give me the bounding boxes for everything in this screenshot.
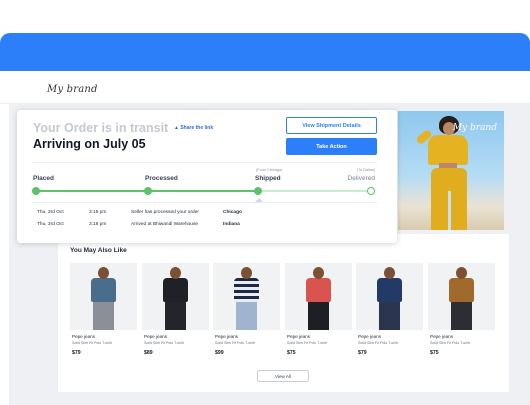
product-brand: Pepe jeans [358,334,381,339]
stage-label-shipped: Shipped [255,175,281,182]
product-image[interactable] [70,263,137,330]
product-description: Solid Slim Fit Polo T-shirt [72,341,113,345]
view-shipment-details-button[interactable]: View Shipment Details [286,117,377,134]
tracking-events: Thu, 3rd Oct 3:15 pm Seller has processed … [32,202,377,233]
event-message: Arrived at Bhiwandi Warehouse [131,222,199,227]
product-brand: Pepe jeans [72,334,95,339]
model-torso [234,278,259,302]
product-image[interactable] [213,263,280,330]
stage-sublabel: (From Chicago) [256,168,283,172]
event-date: Thu, 3rd Oct [37,210,64,215]
arrival-date-text: Arriving on July 05 [33,137,146,151]
card-divider [32,162,377,163]
model-torso [377,278,402,302]
product-description: Solid Slim Fit Polo T-shirt [215,341,256,345]
model-torso [306,278,331,302]
model-head [170,267,181,279]
product-description: Solid Slim Fit Polo T-shirt [358,341,399,345]
you-may-also-like-title: You May Also Like [70,247,127,254]
stage-dot-shipped [254,187,262,195]
product-brand: Pepe jeans [215,334,238,339]
stage-dot-placed [32,187,40,195]
product-image[interactable] [142,263,209,330]
model-legs [165,301,186,330]
product-brand: Pepe jeans [430,334,453,339]
product-description: Solid Slim Fit Polo T-shirt [287,341,328,345]
stage-label-processed: Processed [145,175,178,182]
product-price: $75 [430,350,439,356]
model-torso [91,278,116,302]
hero-model-leg-gap [448,191,451,230]
stage-dot-delivered [367,187,375,195]
order-status-text: Your Order is in transit [33,121,169,135]
stage-dot-processed [144,187,152,195]
product-card[interactable]: Pepe jeans Solid Slim Fit Polo T-shirt $79 [70,263,137,359]
stage-label-placed: Placed [33,175,54,182]
model-head [456,267,467,279]
event-time: 3:18 pm [89,222,107,227]
product-image[interactable] [356,263,423,330]
view-all-button[interactable]: View All [257,370,309,382]
product-card[interactable]: Pepe jeans Solid Slim Fit Polo T-shirt $75 [428,263,495,359]
product-price: $89 [144,350,153,356]
product-card[interactable]: Pepe jeans Solid Slim Fit Polo T-shirt $75 [285,263,352,359]
order-tracking-card: Your Order is in transit ▲ Share the lin… [17,110,397,243]
model-head [241,267,252,279]
stage-sublabel: (To Dallas) [356,168,375,172]
hero-brand-text: My brand [452,123,497,133]
take-action-button[interactable]: Take Action [286,138,377,155]
event-location: Indiana [223,222,240,227]
event-message: Seller has processed your order [131,210,199,215]
brand-header: My brand [0,71,530,104]
brand-logo[interactable]: My brand [47,84,98,95]
event-date: Thu, 3rd Oct [37,222,64,227]
stage-label-delivered: Delivered [347,175,375,182]
product-card[interactable]: Pepe jeans Solid Slim Fit Polo T-shirt $79 [356,263,423,359]
model-head [313,267,324,279]
product-description: Solid Slim Fit Polo T-shirt [430,341,471,345]
model-legs [93,301,114,330]
progress-line-pending [260,190,371,192]
share-link[interactable]: ▲ Share the link [174,125,213,131]
model-head [384,267,395,279]
product-card[interactable]: Pepe jeans Solid Slim Fit Polo T-shirt $89 [142,263,209,359]
product-price: $75 [287,350,296,356]
product-image[interactable] [428,263,495,330]
event-location: Chicago [223,210,242,215]
model-legs [451,301,472,330]
product-brand: Pepe jeans [144,334,167,339]
product-price: $79 [358,350,367,356]
model-legs [236,301,257,330]
model-torso [163,278,188,302]
product-price: $99 [215,350,224,356]
product-card[interactable]: Pepe jeans Solid Slim Fit Polo T-shirt $99 [213,263,280,359]
product-price: $79 [72,350,81,356]
product-image[interactable] [285,263,352,330]
product-description: Solid Slim Fit Polo T-shirt [144,341,185,345]
model-legs [308,301,329,330]
model-head [98,267,109,279]
hero-model-hoodie [428,135,468,165]
product-brand: Pepe jeans [287,334,310,339]
browser-top-bar [0,33,530,71]
model-legs [379,301,400,330]
model-torso [449,278,474,302]
event-time: 3:15 pm [89,210,107,215]
hero-banner[interactable]: My brand [398,111,504,230]
